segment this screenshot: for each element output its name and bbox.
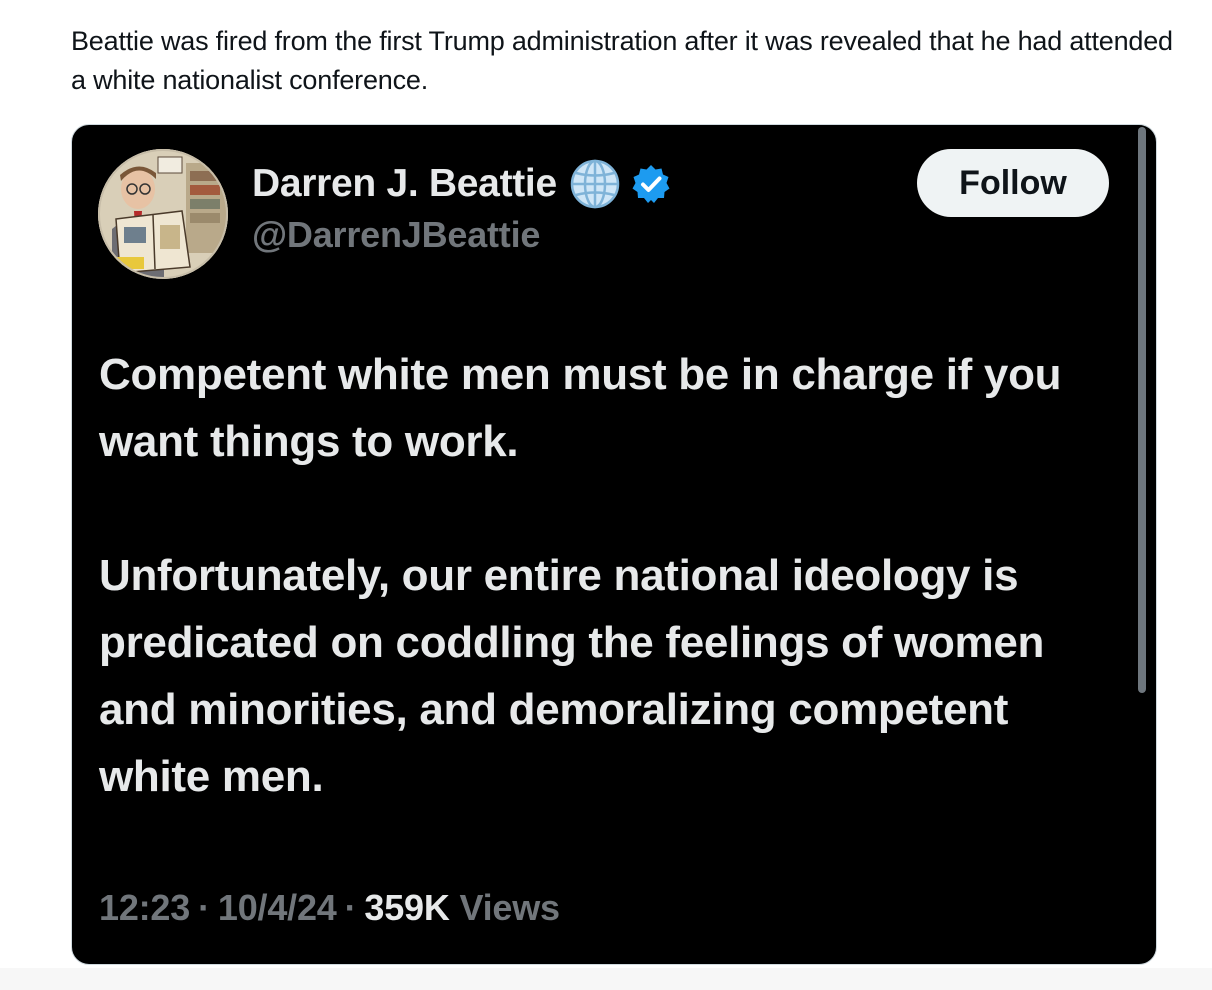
author-handle[interactable]: @DarrenJBeattie (252, 214, 540, 256)
avatar-illustration (98, 149, 228, 279)
meta-separator: · (344, 887, 357, 928)
tweet-date[interactable]: 10/4/24 (218, 887, 337, 928)
tweet-paragraph: Unfortunately, our entire national ideol… (99, 551, 1045, 801)
author-name-row: Darren J. Beattie (252, 159, 671, 209)
tweet-paragraph: Competent white men must be in charge if… (99, 350, 1062, 466)
tweet-meta: 12:23 · 10/4/24 · 359K Views (99, 887, 560, 929)
globe-icon (569, 158, 621, 210)
caption-text: Beattie was fired from the first Trump a… (71, 26, 1173, 95)
tweet-text: Competent white men must be in charge if… (99, 341, 1129, 810)
views-label: Views (459, 887, 560, 928)
meta-separator: · (198, 887, 210, 928)
views-count: 359K (364, 887, 450, 928)
avatar[interactable] (98, 149, 228, 279)
author-display-name[interactable]: Darren J. Beattie (252, 162, 557, 206)
scrollbar[interactable] (1138, 127, 1146, 693)
embedded-tweet-card[interactable]: Darren J. Beattie @DarrenJBeattie Follow… (71, 124, 1157, 965)
page-bottom-strip (0, 968, 1212, 990)
verified-icon[interactable] (631, 164, 671, 204)
tweet-time[interactable]: 12:23 (99, 887, 190, 928)
follow-button[interactable]: Follow (917, 149, 1109, 217)
